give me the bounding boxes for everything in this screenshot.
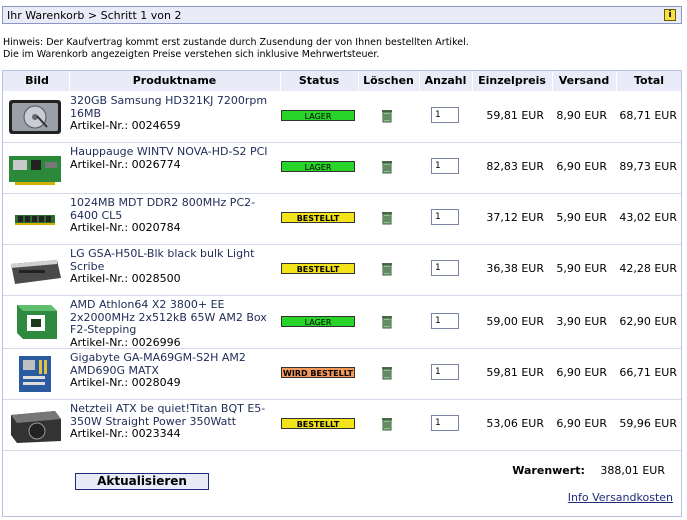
cart-header-bar: Ihr Warenkorb > Schritt 1 von 2 i xyxy=(2,6,682,24)
trash-icon[interactable] xyxy=(380,210,394,225)
status-badge: BESTELLT xyxy=(281,418,355,429)
article-number: Artikel-Nr.: 0026996 xyxy=(70,335,181,349)
hint-line-2: Die im Warenkorb angezeigten Preise vers… xyxy=(3,49,380,60)
quantity-field[interactable] xyxy=(431,415,459,431)
article-number: Artikel-Nr.: 0028049 xyxy=(70,376,181,389)
shipping-cost: 8,90 EUR xyxy=(556,109,607,122)
product-name: Netzteil ATX be quiet!Titan BQT E5-350W … xyxy=(70,402,280,441)
table-row: Gigabyte GA-MA69GM-S2H AM2 AMD690G MATX … xyxy=(3,349,681,400)
status-badge: WIRD BESTELLT xyxy=(281,367,355,378)
article-number: Artikel-Nr.: 0023344 xyxy=(70,427,181,440)
shipping-cost: 5,90 EUR xyxy=(556,262,607,275)
line-total: 89,73 EUR xyxy=(619,160,677,173)
shipping-cost: 6,90 EUR xyxy=(556,366,607,379)
article-number: Artikel-Nr.: 0028500 xyxy=(70,272,181,285)
article-number: Artikel-Nr.: 0024659 xyxy=(70,119,181,132)
table-header: Bild Produktname Status Löschen Anzahl E… xyxy=(3,71,681,91)
shipping-cost: 6,90 EUR xyxy=(556,160,607,173)
status-badge: LAGER xyxy=(281,316,355,327)
trash-icon[interactable] xyxy=(380,416,394,431)
product-name: 320GB Samsung HD321KJ 7200rpm 16MB Artik… xyxy=(70,94,280,133)
dvd-drive-product-image xyxy=(11,260,61,284)
warenwert-value: 388,01 EUR xyxy=(600,464,665,477)
ram-product-image xyxy=(15,215,55,225)
table-row: Hauppauge WINTV NOVA-HD-S2 PCI Artikel-N… xyxy=(3,143,681,194)
status-badge: LAGER xyxy=(281,161,355,172)
col-versand: Versand xyxy=(558,74,610,87)
info-icon[interactable]: i xyxy=(664,9,676,21)
unit-price: 59,81 EUR xyxy=(486,109,544,122)
quantity-field[interactable] xyxy=(431,158,459,174)
warenwert-label: Warenwert: xyxy=(512,464,585,477)
status-badge: BESTELLT xyxy=(281,263,355,274)
article-number: Artikel-Nr.: 0026774 xyxy=(70,157,181,171)
warenwert-summary: Warenwert: 388,01 EUR xyxy=(512,464,665,477)
col-anzahl: Anzahl xyxy=(424,74,467,87)
table-row: LG GSA-H50L-Blk black bulk Light Scribe … xyxy=(3,245,681,296)
status-badge: BESTELLT xyxy=(281,212,355,223)
product-name: LG GSA-H50L-Blk black bulk Light Scribe … xyxy=(70,247,280,286)
unit-price: 37,12 EUR xyxy=(486,211,544,224)
article-number: Artikel-Nr.: 0020784 xyxy=(70,221,181,234)
psu-product-image xyxy=(11,411,61,443)
line-total: 42,28 EUR xyxy=(619,262,677,275)
line-total: 62,90 EUR xyxy=(619,315,677,328)
trash-icon[interactable] xyxy=(380,159,394,174)
col-loeschen: Löschen xyxy=(363,74,414,87)
quantity-field[interactable] xyxy=(431,313,459,329)
cart-table: Bild Produktname Status Löschen Anzahl E… xyxy=(2,70,682,517)
product-name: AMD Athlon64 X2 3800+ EE 2x2000MHz 2x512… xyxy=(70,298,280,349)
col-status: Status xyxy=(298,74,340,87)
trash-icon[interactable] xyxy=(380,365,394,380)
trash-icon[interactable] xyxy=(380,108,394,123)
table-row: AMD Athlon64 X2 3800+ EE 2x2000MHz 2x512… xyxy=(3,296,681,349)
shipping-cost: 3,90 EUR xyxy=(556,315,607,328)
table-row: 320GB Samsung HD321KJ 7200rpm 16MB Artik… xyxy=(3,92,681,143)
tv-card-product-image xyxy=(9,156,61,185)
quantity-field[interactable] xyxy=(431,260,459,276)
table-row: 1024MB MDT DDR2 800MHz PC2-6400 CL5 Arti… xyxy=(3,194,681,245)
trash-icon[interactable] xyxy=(380,314,394,329)
shipping-info-link[interactable]: Info Versandkosten xyxy=(568,491,673,504)
line-total: 68,71 EUR xyxy=(619,109,677,122)
product-name: Hauppauge WINTV NOVA-HD-S2 PCI Artikel-N… xyxy=(70,145,280,171)
update-button[interactable]: Aktualisieren xyxy=(75,473,209,490)
shipping-cost: 5,90 EUR xyxy=(556,211,607,224)
col-einzelpreis: Einzelpreis xyxy=(478,74,546,87)
col-bild: Bild xyxy=(25,74,49,87)
product-name: Gigabyte GA-MA69GM-S2H AM2 AMD690G MATX … xyxy=(70,351,280,390)
line-total: 59,96 EUR xyxy=(619,417,677,430)
hint-text: Hinweis: Der Kaufvertrag kommt erst zust… xyxy=(3,37,469,61)
col-total: Total xyxy=(633,74,665,87)
line-total: 43,02 EUR xyxy=(619,211,677,224)
breadcrumb: Ihr Warenkorb > Schritt 1 von 2 xyxy=(7,9,182,22)
unit-price: 82,83 EUR xyxy=(486,160,544,173)
line-total: 66,71 EUR xyxy=(619,366,677,379)
quantity-field[interactable] xyxy=(431,209,459,225)
unit-price: 53,06 EUR xyxy=(486,417,544,430)
product-name: 1024MB MDT DDR2 800MHz PC2-6400 CL5 Arti… xyxy=(70,196,280,235)
unit-price: 36,38 EUR xyxy=(486,262,544,275)
unit-price: 59,00 EUR xyxy=(486,315,544,328)
unit-price: 59,81 EUR xyxy=(486,366,544,379)
status-badge: LAGER xyxy=(281,110,355,121)
quantity-field[interactable] xyxy=(431,364,459,380)
mainboard-product-image xyxy=(19,356,51,392)
table-row: Netzteil ATX be quiet!Titan BQT E5-350W … xyxy=(3,400,681,451)
col-produktname: Produktname xyxy=(132,74,217,87)
cpu-box-product-image xyxy=(17,305,57,339)
hdd-product-image xyxy=(9,100,61,134)
quantity-field[interactable] xyxy=(431,107,459,123)
shipping-cost: 6,90 EUR xyxy=(556,417,607,430)
trash-icon[interactable] xyxy=(380,261,394,276)
hint-line-1: Hinweis: Der Kaufvertrag kommt erst zust… xyxy=(3,37,469,48)
